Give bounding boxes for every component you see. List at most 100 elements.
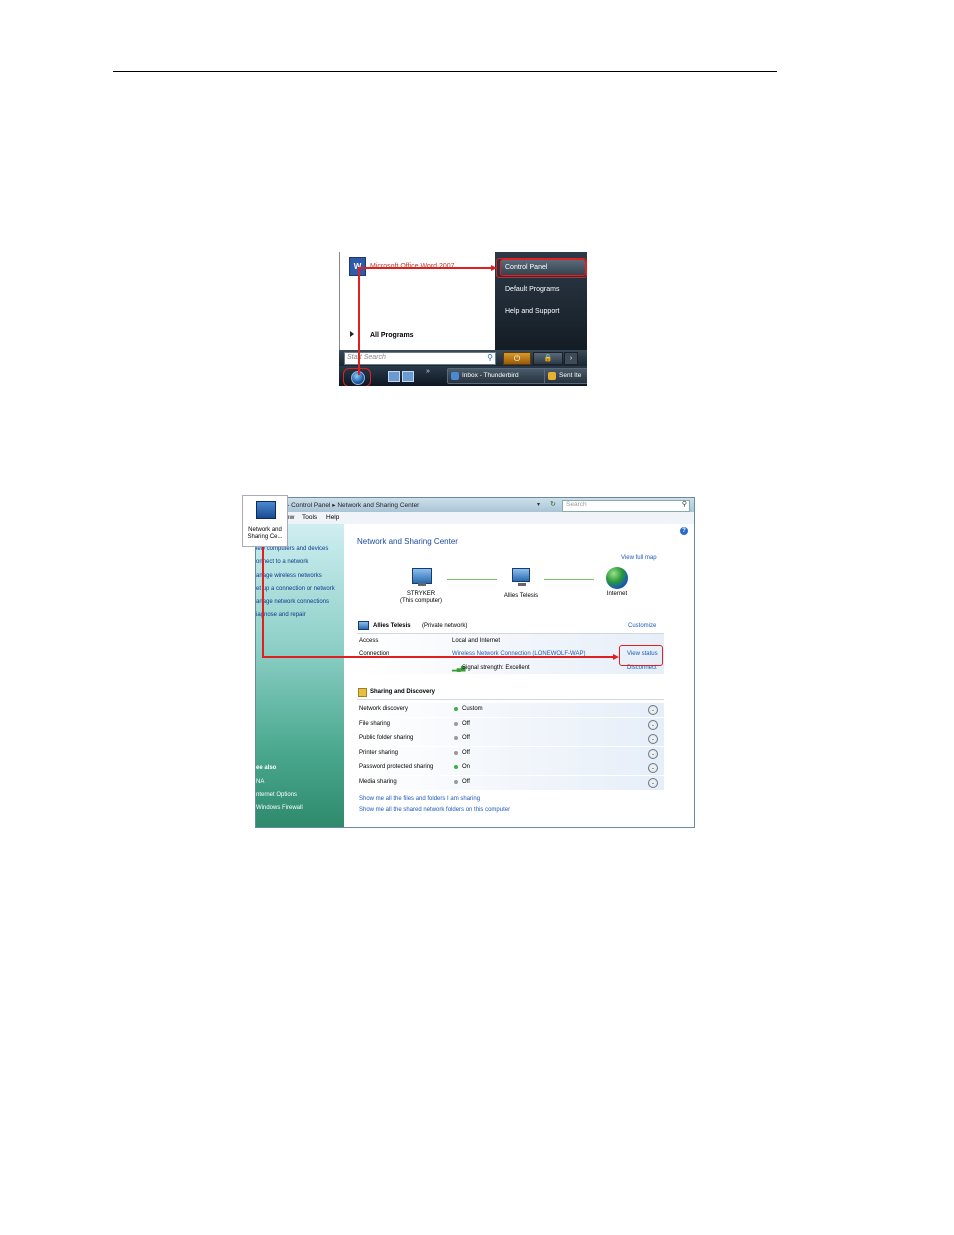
sharing-row-label: Printer sharing (359, 749, 399, 756)
breadcrumb[interactable]: ▸ Control Panel ▸ Network and Sharing Ce… (286, 501, 419, 509)
see-also-firewall[interactable]: Windows Firewall (256, 805, 303, 811)
sharing-row-value: On (462, 764, 471, 770)
sharing-title: Sharing and Discovery (370, 689, 436, 695)
task-sidebar: iew computers and devices onnect to a ne… (256, 524, 344, 827)
internet-label: Internet (606, 591, 628, 597)
connection-line (544, 579, 594, 580)
label-line2: Sharing Ce... (247, 534, 283, 540)
sharing-row-value: Off (462, 735, 470, 741)
sharing-row (357, 717, 664, 732)
taskbar: » Inbox - Thunderbird Sent Ite (339, 366, 587, 386)
sharing-row-value: Off (462, 720, 470, 727)
task-manage-connections[interactable]: anage network connections (256, 599, 329, 605)
expand-chevron-icon[interactable]: ⌄ (648, 734, 658, 744)
desktop-shortcut[interactable]: Network and Sharing Ce... (242, 495, 288, 547)
taskbar-button-inbox[interactable]: Inbox - Thunderbird (447, 368, 549, 384)
expand-chevron-icon[interactable]: ⌄ (648, 705, 658, 715)
all-programs-item[interactable]: All Programs (370, 332, 414, 339)
chevron-right-icon[interactable]: › (564, 352, 578, 365)
annotation-line (262, 656, 614, 658)
sharing-row-label: Media sharing (359, 778, 397, 785)
control-panel-callout (496, 258, 587, 278)
thunderbird-icon (451, 372, 459, 380)
start-search-placeholder: Start Search (347, 354, 386, 361)
sharing-row (357, 775, 664, 790)
page-title: Network and Sharing Center (357, 537, 458, 546)
sharing-icon (358, 688, 367, 697)
status-dot-icon (454, 707, 458, 711)
see-also-dna[interactable]: NA (256, 779, 264, 785)
search-input[interactable]: Search ⚲ (562, 500, 690, 512)
show-shared-folders-link[interactable]: Show me all the shared network folders o… (359, 807, 510, 813)
sharing-row-value: Off (462, 749, 470, 756)
desktop-shortcut-label: Network and Sharing Ce... (243, 527, 287, 541)
task-manage-wireless[interactable]: anage wireless networks (256, 573, 322, 579)
expand-chevron-icon[interactable]: ⌄ (648, 748, 658, 759)
network-icon (512, 568, 530, 586)
search-icon: ⚲ (487, 353, 493, 362)
folder-icon (548, 372, 556, 380)
see-also-heading: ee also (256, 765, 277, 771)
connection-line (447, 579, 497, 580)
status-dot-icon (454, 765, 458, 769)
help-support-item[interactable]: Help and Support (505, 308, 559, 315)
task-setup-connection[interactable]: et up a connection or network (256, 586, 335, 592)
refresh-icon[interactable]: ↻ (550, 500, 556, 508)
computer-sub: (This computer) (399, 598, 442, 604)
menu-tools[interactable]: Tools (302, 514, 317, 521)
sharing-row-label: Password protected sharing (359, 764, 434, 770)
help-icon[interactable]: ? (680, 527, 688, 535)
lock-icon[interactable]: 🔒 (533, 352, 563, 365)
label-line1: Network and (248, 527, 282, 533)
globe-icon (606, 567, 628, 589)
start-search-input[interactable]: Start Search ⚲ (344, 352, 496, 365)
network-name: Allies Telesis (373, 623, 411, 629)
status-dot-icon (454, 721, 458, 726)
quick-launch-more[interactable]: » (426, 368, 430, 375)
taskbar-button-sent[interactable]: Sent Ite (544, 368, 587, 384)
signal-strength: Signal strength: Excellent (462, 665, 530, 671)
header-rule (113, 71, 777, 72)
address-bar: ▸ Control Panel ▸ Network and Sharing Ce… (256, 498, 694, 512)
show-shared-files-link[interactable]: Show me all the files and folders I am s… (359, 796, 480, 802)
switch-windows-icon[interactable] (402, 371, 414, 382)
arrow-right-icon (350, 331, 354, 337)
network-type: (Private network) (422, 623, 468, 629)
status-dot-icon (454, 750, 458, 755)
divider (357, 699, 664, 700)
access-value: Local and Internet (452, 638, 501, 644)
default-programs-item[interactable]: Default Programs (505, 286, 559, 293)
show-desktop-icon[interactable] (388, 371, 400, 382)
network-small-icon (358, 621, 372, 639)
sharing-row-value: Custom (462, 706, 483, 712)
annotation-line (358, 267, 493, 269)
task-connect-network[interactable]: onnect to a network (256, 559, 308, 565)
taskbar-label: Sent Ite (559, 372, 582, 379)
network-map-name: Allies Telesis (503, 593, 539, 599)
start-menu-bottom-bar: Start Search ⚲ ⏻ 🔒 › (339, 350, 587, 366)
view-status-callout (619, 645, 663, 666)
chevron-down-icon[interactable]: ▾ (537, 501, 540, 508)
start-button[interactable] (343, 368, 371, 386)
annotation-line (358, 268, 360, 375)
menu-help[interactable]: Help (326, 514, 339, 521)
power-icon[interactable]: ⏻ (503, 352, 531, 365)
status-dot-icon (454, 779, 458, 784)
search-icon: ⚲ (681, 501, 687, 508)
view-full-map-link[interactable]: View full map (621, 555, 657, 561)
expand-chevron-icon[interactable]: ⌄ (648, 719, 658, 730)
search-placeholder: Search (566, 501, 587, 508)
status-dot-icon (454, 736, 458, 740)
expand-chevron-icon[interactable]: ⌄ (648, 777, 658, 788)
sharing-row-label: Network discovery (359, 706, 409, 712)
sharing-row-label: Public folder sharing (359, 735, 414, 741)
customize-link[interactable]: Customize (628, 623, 656, 629)
sharing-row-label: File sharing (359, 720, 391, 727)
computer-name: STRYKER (406, 591, 436, 597)
main-pane: ? Network and Sharing Center View full m… (344, 524, 694, 827)
network-sharing-icon (256, 501, 276, 519)
taskbar-label: Inbox - Thunderbird (462, 372, 519, 379)
sharing-row (357, 746, 664, 761)
expand-chevron-icon[interactable]: ⌄ (648, 763, 658, 773)
see-also-internet-options[interactable]: nternet Options (256, 792, 297, 798)
